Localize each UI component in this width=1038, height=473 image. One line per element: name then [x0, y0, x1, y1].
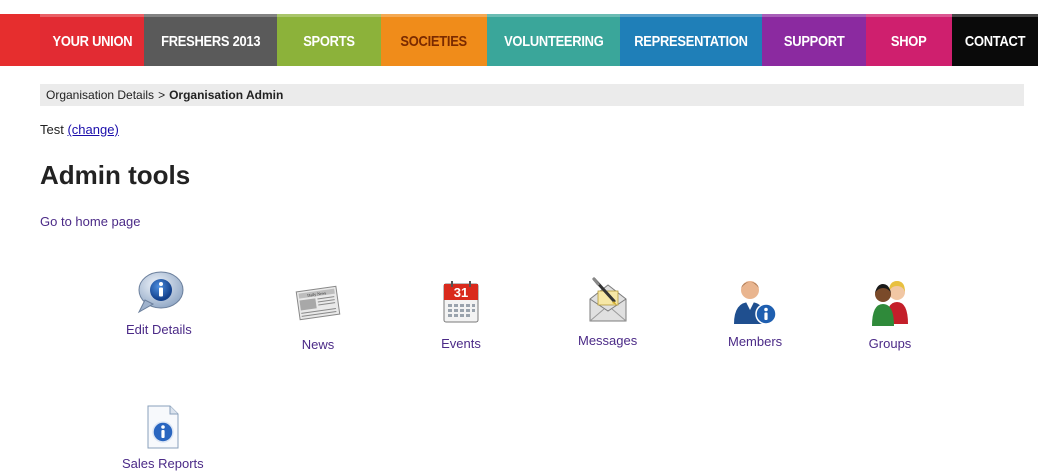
tab-freshers-2013[interactable]: FRESHERS 2013 — [144, 14, 277, 66]
tab-contact[interactable]: CONTACT — [952, 14, 1038, 66]
page-title: Admin tools — [40, 160, 191, 190]
tool-label: Edit Details — [126, 322, 192, 337]
tool-groups[interactable]: Groups — [868, 278, 912, 351]
home-page-link[interactable]: Go to home page — [40, 214, 140, 229]
nav-bar-left-edge — [0, 14, 40, 66]
tab-label: SOCIETIES — [400, 33, 468, 50]
tool-messages[interactable]: Messages — [578, 275, 637, 348]
tab-label: CONTACT — [964, 33, 1026, 50]
change-org-link[interactable]: (change) — [67, 122, 118, 137]
tab-societies[interactable]: SOCIETIES — [381, 14, 487, 66]
tab-label: VOLUNTEERING — [503, 33, 604, 50]
info-bubble-icon — [137, 271, 184, 314]
tool-edit-details[interactable]: Edit Details — [126, 268, 192, 337]
tab-label: SHOP — [891, 33, 927, 50]
tool-news[interactable]: Daily News News — [292, 283, 344, 352]
newspaper-icon: Daily News — [295, 285, 341, 321]
envelope-pen-icon — [589, 277, 627, 322]
member-info-icon — [734, 281, 777, 325]
report-document-icon — [147, 405, 179, 449]
tab-label: YOUR UNION — [52, 33, 132, 50]
tab-support[interactable]: SUPPORT — [762, 14, 866, 66]
tool-label: Sales Reports — [122, 456, 204, 471]
main-nav: YOUR UNION FRESHERS 2013 SPORTS SOCIETIE… — [40, 14, 1038, 66]
tool-label: News — [301, 337, 335, 352]
calendar-icon: 31 — [443, 281, 479, 323]
tab-shop[interactable]: SHOP — [866, 14, 952, 66]
group-people-icon — [872, 281, 908, 326]
tab-volunteering[interactable]: VOLUNTEERING — [487, 14, 620, 66]
tool-label: Groups — [868, 336, 912, 351]
breadcrumb-separator: > — [158, 88, 166, 102]
tab-your-union[interactable]: YOUR UNION — [40, 14, 144, 66]
org-name: Test — [40, 122, 64, 137]
breadcrumb-current: Organisation Admin — [169, 88, 284, 102]
tab-label: FRESHERS 2013 — [160, 33, 261, 50]
tab-representation[interactable]: REPRESENTATION — [620, 14, 762, 66]
tool-label: Members — [728, 334, 783, 349]
tool-members[interactable]: Members — [728, 276, 782, 349]
breadcrumb-parent[interactable]: Organisation Details — [46, 88, 154, 102]
tab-sports[interactable]: SPORTS — [277, 14, 381, 66]
breadcrumb: Organisation Details > Organisation Admi… — [40, 84, 1024, 106]
tab-label: REPRESENTATION — [634, 33, 748, 50]
tab-label: SPORTS — [303, 33, 355, 50]
tool-events[interactable]: 31 Events — [440, 278, 482, 351]
tool-label: Messages — [578, 333, 638, 348]
calendar-day: 31 — [454, 285, 468, 300]
org-line: Test (change) — [40, 122, 119, 137]
tool-sales-reports[interactable]: Sales Reports — [122, 404, 204, 471]
tool-label: Events — [441, 336, 481, 351]
tab-label: SUPPORT — [783, 33, 845, 50]
